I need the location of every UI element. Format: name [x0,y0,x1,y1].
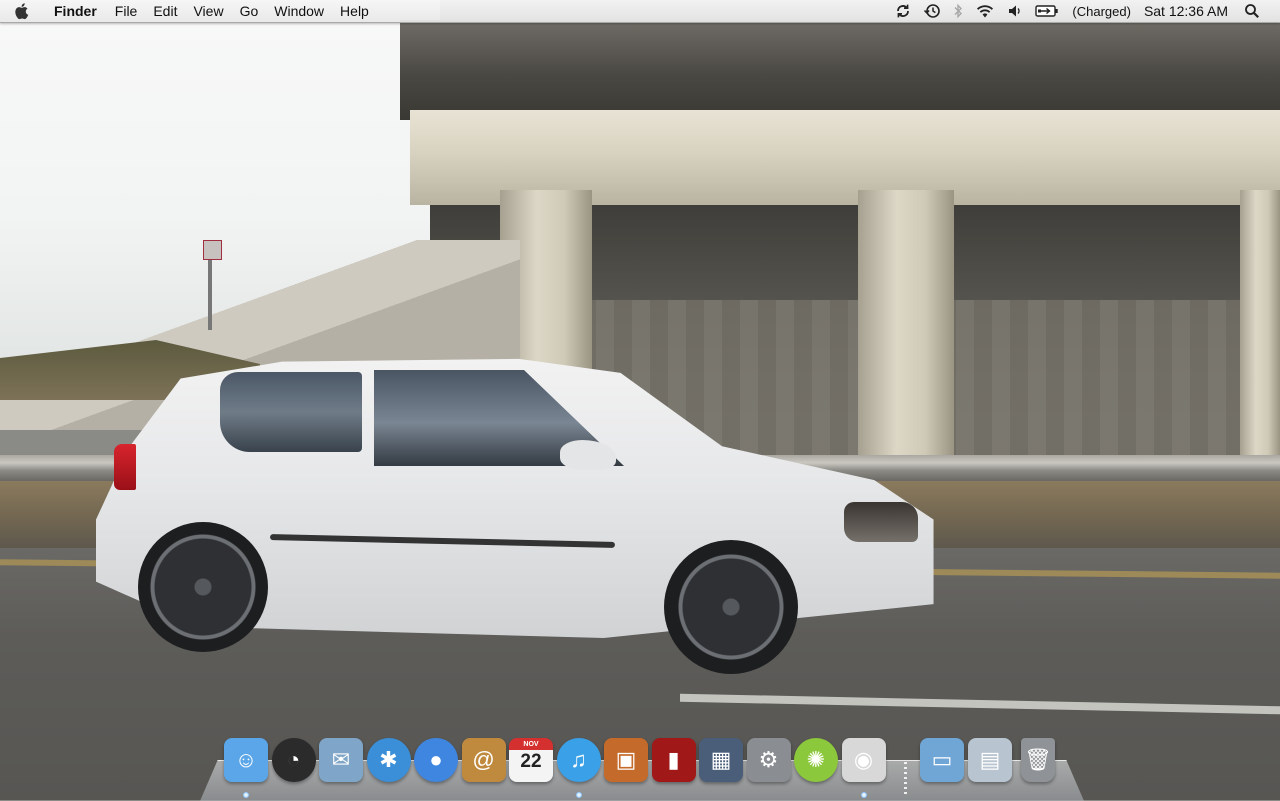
ichat-icon[interactable]: ● [414,738,458,782]
time-machine-icon[interactable] [923,0,941,22]
safari-icon[interactable]: ✱ [366,738,411,782]
wallpaper-bridge-deck [400,20,1280,120]
finder-icon[interactable]: ☺ [224,738,268,782]
system-preferences-icon[interactable]: ⚙ [746,738,791,782]
menu-bar-status: (Charged) Sat 12:36 AM [889,0,1280,22]
ical-month-label: NOV [523,741,539,748]
ical-icon[interactable]: NOV 22 [509,738,553,782]
menu-app-finder[interactable]: Finder [44,0,107,22]
spaces-icon[interactable]: ▦ [699,738,743,782]
menu-clock[interactable]: Sat 12:36 AM [1144,3,1228,19]
wallpaper-sign [203,240,222,260]
dock-icons: ☺ ◔ ✉ ✱ ● @ NOV 22 ♫ ▣ ▮ ▦ ⚙ ✺ ◉ ▭ ▤ 🗑 [200,736,1084,798]
apple-menu-icon[interactable] [0,0,44,22]
volume-icon[interactable] [1007,0,1023,22]
wifi-icon[interactable] [975,0,995,22]
trash-icon[interactable]: 🗑 [1021,738,1055,782]
battery-icon[interactable] [1035,0,1059,22]
wallpaper-car-head-light [844,502,918,542]
bluetooth-icon[interactable] [953,0,963,22]
iphoto-icon[interactable]: ▣ [604,738,648,782]
menu-window[interactable]: Window [266,0,332,22]
itunes-icon[interactable]: ♫ [556,738,601,782]
wallpaper-pillar [1240,190,1280,480]
apple-logo-icon [15,3,29,20]
menu-view[interactable]: View [185,0,231,22]
wallpaper-car-tail-light [114,444,136,490]
running-indicator [575,792,582,798]
address-book-icon[interactable]: @ [461,738,506,782]
menu-bar: Finder File Edit View Go Window Help (Ch… [0,0,1280,23]
limewire-icon[interactable]: ✺ [794,738,838,782]
battery-status-text[interactable]: (Charged) [1072,4,1131,19]
spotlight-search-icon[interactable] [1244,0,1260,22]
wallpaper-car-wheel [138,522,268,652]
wallpaper-car-wheel [664,540,798,674]
wallpaper-pillar [858,190,954,480]
menu-edit[interactable]: Edit [145,0,185,22]
wallpaper-car-window [220,372,362,452]
desktop-wallpaper [0,0,1280,800]
menu-go[interactable]: Go [232,0,267,22]
menu-file[interactable]: File [107,0,146,22]
preview-icon[interactable]: ◉ [841,738,886,782]
menu-help[interactable]: Help [332,0,377,22]
ical-day-label: 22 [520,751,542,772]
menu-bar-left: Finder File Edit View Go Window Help [0,0,377,22]
wallpaper-sign-post [208,256,212,330]
dock: ☺ ◔ ✉ ✱ ● @ NOV 22 ♫ ▣ ▮ ▦ ⚙ ✺ ◉ ▭ ▤ 🗑 [200,736,1084,801]
sync-icon[interactable] [895,0,911,22]
front-row-icon[interactable]: ▮ [651,738,696,782]
running-indicator [243,792,249,798]
dashboard-icon[interactable]: ◔ [271,738,316,782]
running-indicator [860,792,867,798]
mail-icon[interactable]: ✉ [319,738,363,782]
downloads-stack-icon[interactable]: ▤ [968,738,1012,782]
folder-icon[interactable]: ▭ [920,738,964,782]
